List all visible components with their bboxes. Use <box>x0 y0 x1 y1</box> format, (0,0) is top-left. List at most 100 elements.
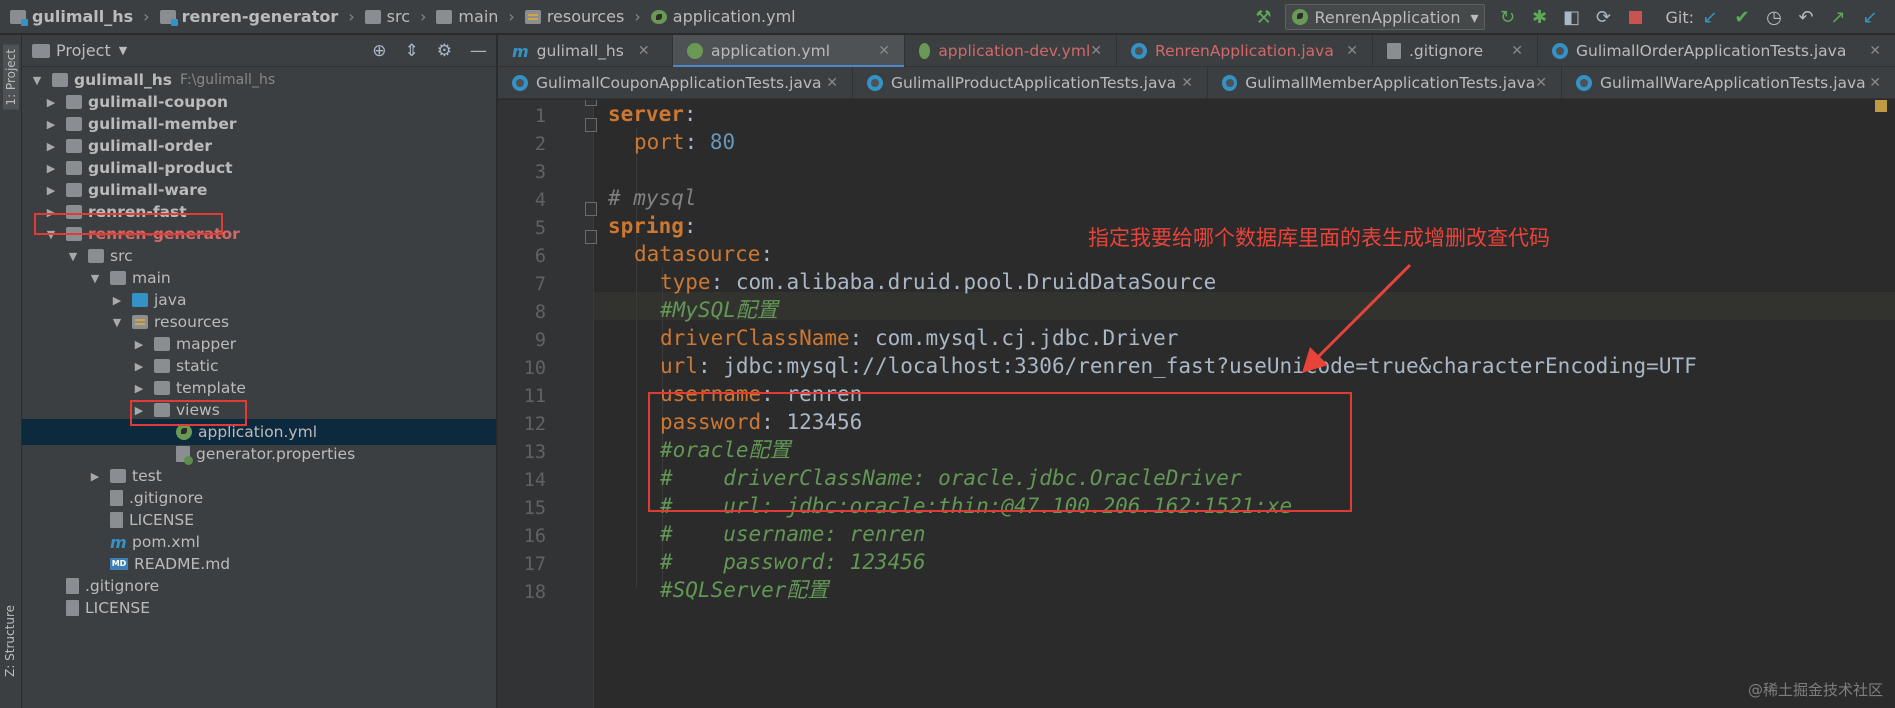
module-icon <box>10 9 28 26</box>
close-icon[interactable]: ✕ <box>826 75 838 91</box>
git-update-icon[interactable]: ↙ <box>1699 6 1721 28</box>
collapse-all-icon[interactable]: ⇕ <box>405 41 419 61</box>
tab-renren-application-java[interactable]: RenrenApplication.java ✕ <box>1117 35 1373 67</box>
code-line-13: #oracle配置 <box>660 438 791 462</box>
current-line-highlight <box>594 292 1895 320</box>
line-number: 14 <box>523 470 546 491</box>
close-icon[interactable]: ✕ <box>878 43 890 59</box>
run-configuration-select[interactable]: RenrenApplication ▾ <box>1285 4 1486 30</box>
git-rollback-icon[interactable]: ↶ <box>1795 6 1817 28</box>
breadcrumb-project[interactable]: gulimall_hs › <box>10 7 150 26</box>
navigation-bar: gulimall_hs › renren-generator › src › main… <box>0 0 1895 34</box>
file-icon <box>110 512 123 528</box>
stop-icon[interactable] <box>1624 6 1646 28</box>
project-panel-title[interactable]: Project <box>56 41 111 60</box>
close-icon[interactable]: ✕ <box>1869 43 1881 59</box>
fold-marker-icon[interactable] <box>585 118 597 132</box>
code-line-14: # driverClassName: oracle.jdbc.OracleDri… <box>660 466 1242 490</box>
chevron-down-icon[interactable]: ▼ <box>119 44 127 57</box>
tab-gulimall-hs[interactable]: m gulimall_hs ✕ <box>498 35 673 67</box>
breadcrumb-resources[interactable]: resources › <box>524 7 641 26</box>
tab-gulimall-ware-tests[interactable]: GulimallWareApplicationTests.java ✕ <box>1562 67 1895 99</box>
tab-gulimall-coupon-tests[interactable]: GulimallCouponApplicationTests.java ✕ <box>498 67 853 99</box>
tab-application-yml[interactable]: application.yml ✕ <box>673 35 905 68</box>
code-line-6: datasource: <box>634 242 774 266</box>
build-hammer-icon[interactable]: ⚒ <box>1252 6 1274 28</box>
code-line-18: #SQLServer配置 <box>660 578 829 602</box>
git-history-icon[interactable]: ◷ <box>1763 6 1785 28</box>
class-icon <box>867 75 883 91</box>
structure-tool-button[interactable]: Z: Structure <box>3 605 17 677</box>
project-panel: Project ▼ ⊕ ⇕ ⚙ — ▼ gulimall_hs F:\gulim… <box>22 35 497 708</box>
close-icon[interactable]: ✕ <box>1535 75 1547 91</box>
spring-yml-icon <box>687 43 703 59</box>
profile-icon[interactable]: ⟳ <box>1592 6 1614 28</box>
fold-marker-icon[interactable] <box>585 230 597 244</box>
close-icon[interactable]: ✕ <box>1869 75 1881 91</box>
line-number: 9 <box>534 330 546 351</box>
breadcrumb-src[interactable]: src › <box>364 7 426 26</box>
code-line-1: server: <box>608 102 697 126</box>
locate-target-icon[interactable]: ⊕ <box>372 41 386 61</box>
toolbar: ⚒ RenrenApplication ▾ ↻ ✱ ◧ ⟳ Git: ↙ ✔ ◷… <box>1247 0 1895 34</box>
close-icon[interactable]: ✕ <box>1181 75 1193 91</box>
rerun-icon[interactable]: ↻ <box>1496 6 1518 28</box>
file-icon <box>1387 43 1401 59</box>
watermark: @稀土掘金技术社区 <box>1747 681 1883 699</box>
chevron-down-icon: ▾ <box>1470 7 1479 27</box>
tab-gulimall-order-tests[interactable]: GulimallOrderApplicationTests.java ✕ <box>1538 35 1895 67</box>
line-number: 8 <box>534 302 546 323</box>
project-panel-header: Project ▼ ⊕ ⇕ ⚙ — <box>22 35 496 67</box>
resources-folder-icon <box>132 315 148 329</box>
folder-icon <box>154 403 170 417</box>
code-line-5: spring: <box>608 214 697 238</box>
code-line-7: type: com.alibaba.druid.pool.DruidDataSo… <box>660 270 1217 294</box>
properties-file-icon <box>176 446 193 465</box>
file-icon <box>66 600 79 616</box>
run-coverage-icon[interactable]: ◧ <box>1560 6 1582 28</box>
tree-item-root-license[interactable]: LICENSE <box>22 595 496 621</box>
close-icon[interactable]: ✕ <box>1511 43 1523 59</box>
git-push-icon[interactable]: ↗ <box>1827 6 1849 28</box>
folder-icon <box>154 337 170 351</box>
annotation-arrow-icon <box>1302 263 1412 373</box>
debug-bug-icon[interactable]: ✱ <box>1528 6 1550 28</box>
scrollbar-warning-marker[interactable] <box>1875 100 1887 112</box>
close-icon[interactable]: ✕ <box>1090 43 1102 59</box>
line-number: 12 <box>523 414 546 435</box>
breadcrumb-file[interactable]: application.yml <box>650 7 796 26</box>
folder-icon <box>88 249 104 263</box>
class-icon <box>1131 43 1147 59</box>
breadcrumb-main[interactable]: main › <box>436 7 515 26</box>
code-line-2: port: 80 <box>634 130 736 154</box>
tab-application-dev-yml[interactable]: application-dev.yml ✕ <box>905 35 1117 67</box>
tab-gulimall-member-tests[interactable]: GulimallMemberApplicationTests.java ✕ <box>1208 67 1562 99</box>
line-number: 15 <box>523 498 546 519</box>
line-number-gutter: 1 2 3 4 5 6 7 8 9 10 11 12 13 14 15 16 1… <box>498 100 597 708</box>
close-icon[interactable]: ✕ <box>638 43 650 59</box>
code-line-15: # url: jdbc:oracle:thin:@47.100.206.162:… <box>660 494 1293 518</box>
close-icon[interactable]: ✕ <box>1346 43 1358 59</box>
fold-marker-icon[interactable] <box>585 202 597 216</box>
git-commit-icon[interactable]: ✔ <box>1731 6 1753 28</box>
code-editor[interactable]: 1 2 3 4 5 6 7 8 9 10 11 12 13 14 15 16 1… <box>498 100 1895 708</box>
project-tool-button[interactable]: 1: Project <box>3 45 19 110</box>
source-folder-icon <box>132 293 148 307</box>
editor-tabs-row-2: GulimallCouponApplicationTests.java ✕ Gul… <box>498 67 1895 99</box>
line-number: 13 <box>523 442 546 463</box>
hide-panel-icon[interactable]: — <box>470 41 487 61</box>
line-number: 6 <box>534 246 546 267</box>
breadcrumb-module[interactable]: renren-generator › <box>159 7 355 26</box>
git-pull-icon[interactable]: ↙ <box>1859 6 1881 28</box>
line-number: 2 <box>534 134 546 155</box>
project-folder-icon <box>32 43 50 58</box>
module-icon <box>66 183 82 197</box>
fold-marker-icon[interactable] <box>585 100 597 106</box>
tab-gulimall-product-tests[interactable]: GulimallProductApplicationTests.java ✕ <box>853 67 1208 99</box>
tab-gitignore[interactable]: .gitignore ✕ <box>1373 35 1538 67</box>
code-line-17: # password: 123456 <box>660 550 926 574</box>
annotation-text: 指定我要给哪个数据库里面的表生成增删改查代码 <box>1088 226 1550 250</box>
module-icon <box>66 161 82 175</box>
gear-icon[interactable]: ⚙ <box>437 41 452 61</box>
git-label: Git: <box>1665 7 1694 27</box>
